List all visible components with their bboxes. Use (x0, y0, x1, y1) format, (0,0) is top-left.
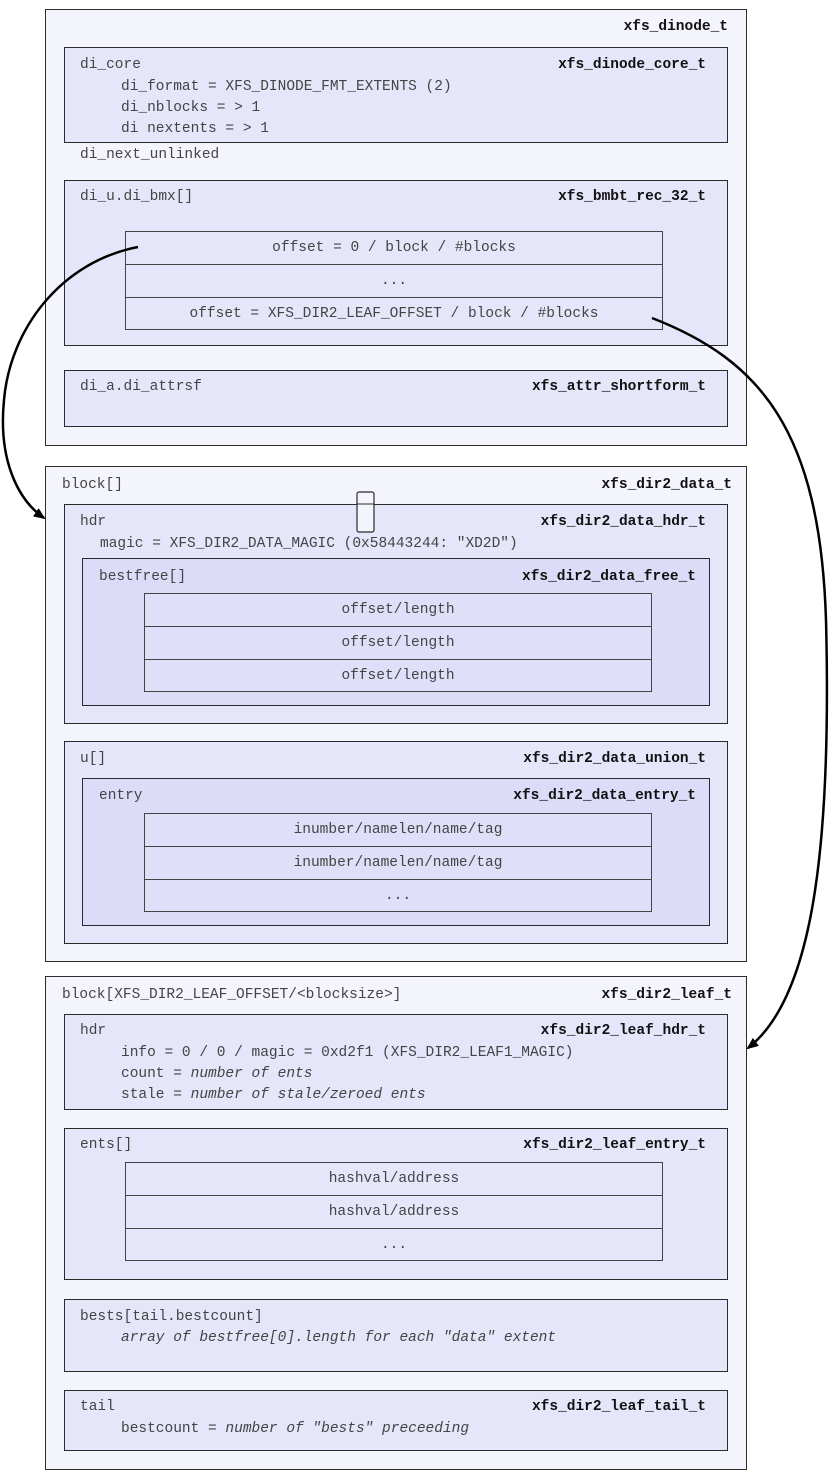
data-union-name: u[] (80, 751, 107, 767)
bmx-row-leaf: offset = XFS_DIR2_LEAF_OFFSET / block / … (125, 297, 663, 330)
data-block-type: xfs_dir2_data_t (601, 477, 732, 493)
data-hdr-name: hdr (80, 514, 107, 530)
leaf-hdr-stale: stale = number of stale/zeroed ents (121, 1086, 426, 1104)
di-core-type: xfs_dinode_core_t (558, 57, 706, 73)
data-entry-row: inumber/namelen/name/tag (144, 813, 652, 847)
leaf-ents-name: ents[] (80, 1137, 133, 1153)
leaf-ents-row: hashval/address (125, 1195, 663, 1229)
di-core-line-nblocks: di_nblocks = > 1 (121, 100, 261, 116)
data-entry-row: inumber/namelen/name/tag (144, 846, 652, 880)
bestfree-type: xfs_dir2_data_free_t (521, 569, 696, 585)
leaf-hdr-count: count = number of ents (121, 1065, 312, 1083)
leaf-hdr-count-value: number of ents (190, 1066, 313, 1082)
data-block-name: block[] (62, 477, 123, 493)
leaf-tail-bestcount: bestcount = number of "bests" preceeding (121, 1420, 469, 1438)
di-bmx-name: di_u.di_bmx[] (80, 189, 194, 205)
leaf-hdr-count-label: count = (121, 1066, 191, 1082)
di-attr-type: xfs_attr_shortform_t (531, 379, 706, 395)
leaf-tail-bestcount-value: number of "bests" preceeding (225, 1421, 470, 1437)
bestfree-row: offset/length (144, 659, 652, 692)
di-core-name: di_core (80, 57, 141, 73)
leaf-hdr-type: xfs_dir2_leaf_hdr_t (540, 1023, 706, 1039)
leaf-hdr-stale-value: number of stale/zeroed ents (190, 1087, 426, 1103)
data-entry-row: ... (144, 879, 652, 912)
leaf-tail-type: xfs_dir2_leaf_tail_t (531, 1399, 706, 1415)
leaf-block-name: block[XFS_DIR2_LEAF_OFFSET/<blocksize>] (62, 987, 402, 1003)
data-hdr-type: xfs_dir2_data_hdr_t (540, 514, 706, 530)
leaf-ents-row: ... (125, 1228, 663, 1261)
bestfree-row: offset/length (144, 626, 652, 660)
leaf-ents-row: hashval/address (125, 1162, 663, 1196)
dinode-type: xfs_dinode_t (623, 19, 728, 35)
leaf-hdr-info: info = 0 / 0 / magic = 0xd2f1 (XFS_DIR2_… (121, 1045, 574, 1061)
di-attr-name: di_a.di_attrsf (80, 379, 202, 395)
bestfree-row: offset/length (144, 593, 652, 627)
bmx-row-ellipsis: ... (125, 264, 663, 298)
leaf-tail-name: tail (80, 1399, 115, 1415)
data-entry-type: xfs_dir2_data_entry_t (513, 788, 696, 804)
leaf-ents-type: xfs_dir2_leaf_entry_t (523, 1137, 706, 1153)
leaf-block-type: xfs_dir2_leaf_t (601, 987, 732, 1003)
data-hdr-magic: magic = XFS_DIR2_DATA_MAGIC (0x58443244:… (100, 536, 518, 552)
bmx-row-first: offset = 0 / block / #blocks (125, 231, 663, 265)
leaf-hdr-stale-label: stale = (121, 1087, 191, 1103)
di-next-unlinked: di_next_unlinked (80, 147, 220, 163)
di-core-line-format: di_format = XFS_DINODE_FMT_EXTENTS (2) (121, 79, 452, 95)
data-union-type: xfs_dir2_data_union_t (523, 751, 706, 767)
data-entry-name: entry (99, 788, 143, 804)
di-bmx-type: xfs_bmbt_rec_32_t (558, 189, 706, 205)
leaf-bests-desc: array of bestfree[0].length for each "da… (121, 1330, 557, 1346)
leaf-hdr-name: hdr (80, 1023, 107, 1039)
bestfree-name: bestfree[] (99, 569, 187, 585)
leaf-tail-bestcount-label: bestcount = (121, 1421, 226, 1437)
di-core-line-nextents: di nextents = > 1 (121, 121, 269, 137)
leaf-bests-name: bests[tail.bestcount] (80, 1309, 263, 1325)
